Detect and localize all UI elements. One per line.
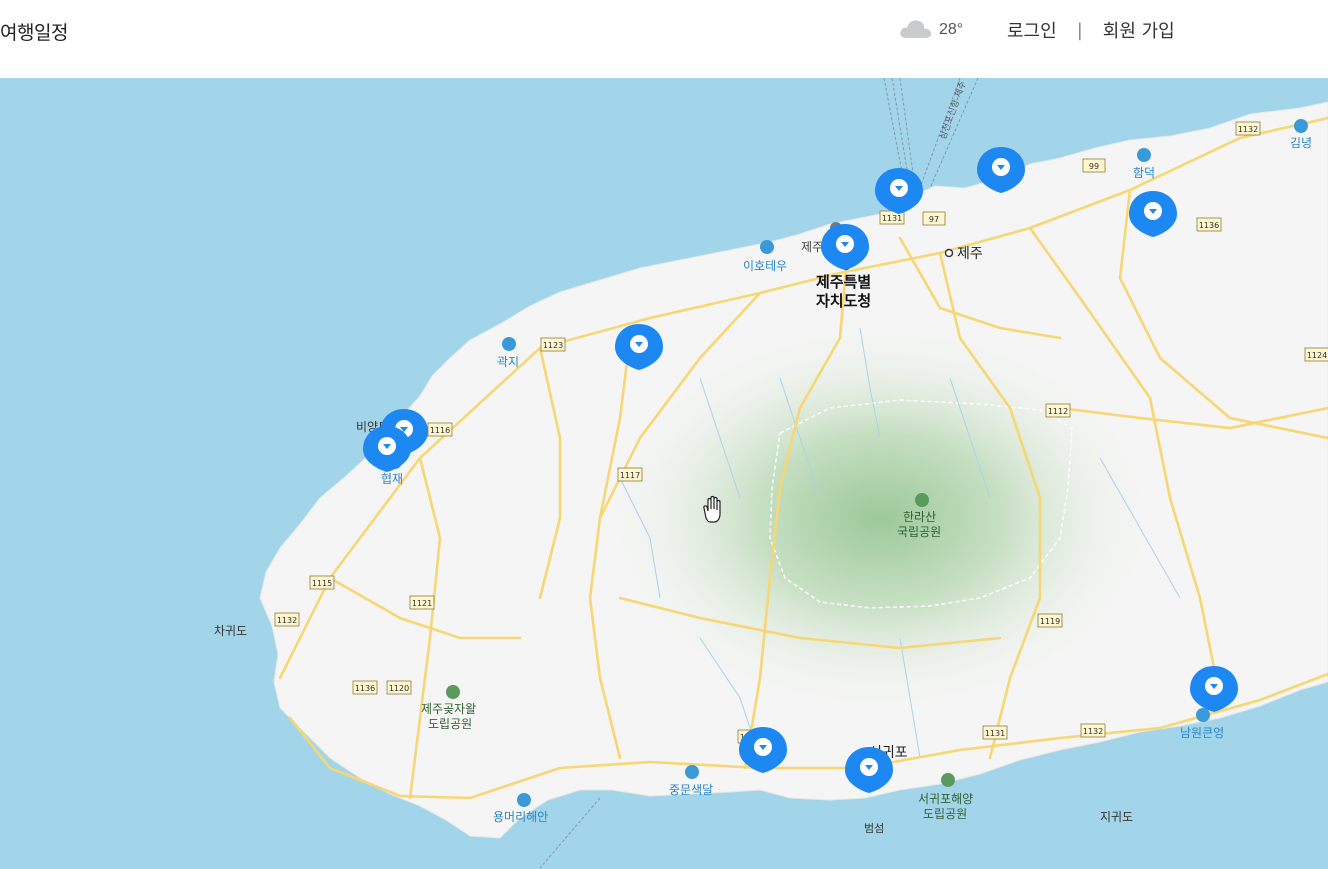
- beach-icon: [1294, 119, 1308, 133]
- auth-nav: 로그인 | 회원 가입: [1007, 17, 1175, 43]
- road-badge-1120: 1120: [386, 680, 412, 695]
- road-badge-99: 99: [1082, 158, 1106, 173]
- svg-text:1116: 1116: [430, 426, 450, 435]
- label-gimnyeong: 김녕: [1290, 136, 1312, 150]
- label-seogwipo-park-2: 도립공원: [923, 807, 967, 821]
- label-hallasan-1: 한라산: [903, 510, 936, 524]
- beach-icon: [502, 337, 516, 351]
- svg-text:1136: 1136: [1199, 221, 1219, 230]
- login-link[interactable]: 로그인: [1007, 17, 1057, 43]
- cloud-icon: [899, 17, 933, 43]
- road-badge-1119: 1119: [1037, 613, 1063, 628]
- top-header: 여행일정 28° 로그인 | 회원 가입: [0, 0, 1328, 78]
- svg-text:1124: 1124: [1307, 351, 1327, 360]
- label-provincial-office-2: 자치도청: [816, 292, 871, 310]
- label-hallasan-2: 국립공원: [897, 525, 941, 539]
- svg-text:1132: 1132: [1238, 125, 1258, 134]
- svg-text:1121: 1121: [412, 599, 432, 608]
- road-badge-1136-w: 1136: [352, 680, 378, 695]
- park-icon: [446, 685, 460, 699]
- label-chagwido: 차귀도: [214, 624, 247, 638]
- svg-text:1131: 1131: [882, 214, 902, 223]
- map-view[interactable]: 1132 99 1131 97 1136 1123 1124 1116 1112…: [0, 78, 1328, 869]
- label-provincial-office-1: 제주특별: [816, 273, 871, 291]
- hallasan-park-area: [610, 328, 1150, 708]
- svg-text:1132: 1132: [277, 616, 297, 625]
- signup-link[interactable]: 회원 가입: [1103, 17, 1175, 43]
- map-canvas[interactable]: 1132 99 1131 97 1136 1123 1124 1116 1112…: [0, 78, 1328, 869]
- svg-text:1115: 1115: [312, 579, 332, 588]
- label-hyeopjae: 협재: [381, 472, 403, 486]
- svg-text:1136: 1136: [355, 684, 375, 693]
- road-badge-1123: 1123: [540, 337, 566, 352]
- label-jigwido: 지귀도: [1100, 810, 1133, 824]
- road-badge-1115: 1115: [309, 575, 335, 590]
- road-badge-1121: 1121: [409, 595, 435, 610]
- label-ihotewoo: 이호테우: [743, 259, 787, 273]
- label-jeju-city: 제주: [957, 246, 983, 262]
- park-icon: [941, 773, 955, 787]
- beach-icon: [517, 793, 531, 807]
- road-badge-1124: 1124: [1304, 347, 1328, 362]
- city-dot-icon: [944, 248, 954, 258]
- label-jungmun: 중문색달: [669, 783, 713, 797]
- park-icon: [915, 493, 929, 507]
- road-badge-1132-w: 1132: [274, 612, 300, 627]
- label-gwakji: 곽지: [497, 355, 519, 369]
- road-badge-1136-e: 1136: [1196, 217, 1222, 232]
- road-badge-1117: 1117: [617, 467, 643, 482]
- beach-icon: [685, 765, 699, 779]
- svg-text:1120: 1120: [389, 684, 409, 693]
- label-gotjawal-2: 도립공원: [428, 717, 472, 731]
- label-seogwipo-park-1: 서귀포해양: [918, 792, 973, 806]
- svg-text:97: 97: [929, 215, 939, 224]
- svg-text:99: 99: [1089, 162, 1099, 171]
- weather-widget: 28°: [899, 18, 963, 42]
- beach-icon: [1196, 708, 1210, 722]
- label-gotjawal-1: 제주곶자왈: [421, 702, 476, 716]
- nav-separator: |: [1076, 19, 1083, 41]
- road-badge-97: 97: [922, 211, 946, 226]
- road-badge-1132-ne: 1132: [1235, 121, 1261, 136]
- svg-text:1112: 1112: [1048, 407, 1068, 416]
- road-badge-1112: 1112: [1045, 403, 1071, 418]
- beach-icon: [1137, 148, 1151, 162]
- svg-text:1117: 1117: [620, 471, 640, 480]
- svg-text:1123: 1123: [543, 341, 563, 350]
- label-beomseom: 범섬: [864, 822, 884, 835]
- road-badge-1132-s: 1132: [1080, 723, 1106, 738]
- svg-text:1132: 1132: [1083, 727, 1103, 736]
- page-title: 여행일정: [0, 22, 68, 44]
- label-yongmeori: 용머리해안: [493, 810, 548, 824]
- beach-icon: [760, 240, 774, 254]
- road-badge-1131-s: 1131: [982, 725, 1008, 740]
- svg-text:1119: 1119: [1040, 617, 1060, 626]
- road-badge-1116: 1116: [427, 422, 453, 437]
- svg-text:1131: 1131: [985, 729, 1005, 738]
- label-namwon: 남원큰엉: [1180, 726, 1224, 740]
- label-hamdeok: 함덕: [1133, 166, 1155, 180]
- temperature-text: 28°: [939, 21, 964, 38]
